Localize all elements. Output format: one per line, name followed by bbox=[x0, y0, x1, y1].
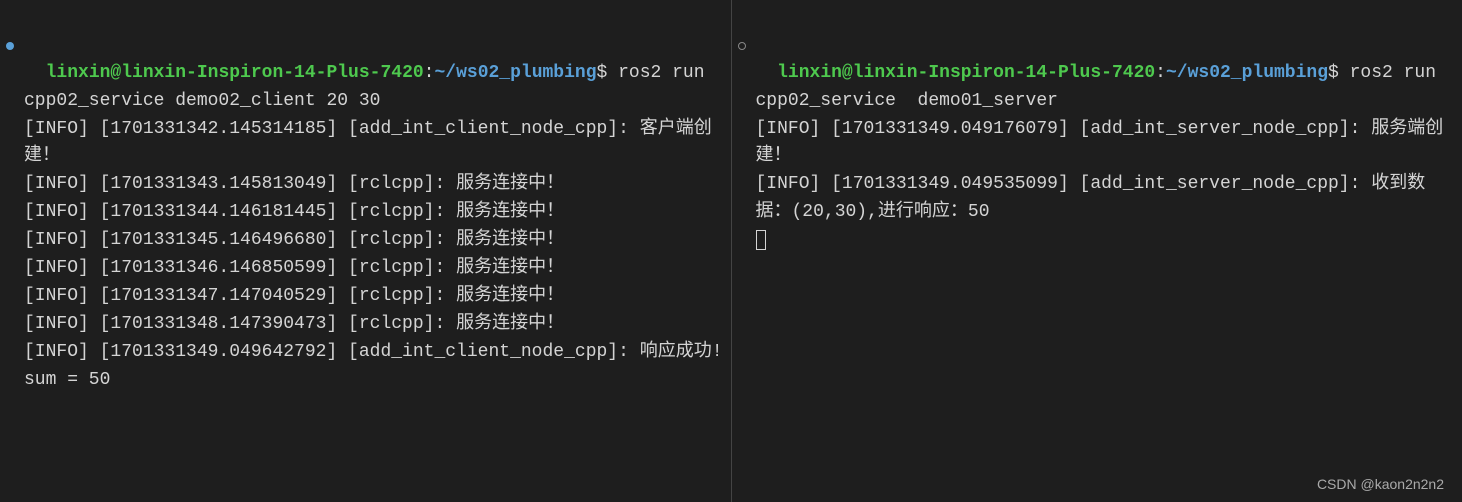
log-line-left: [INFO] [1701331346.146850599] [rclcpp]: … bbox=[24, 258, 564, 278]
prompt-path-right: ~/ws02_plumbing bbox=[1166, 63, 1328, 83]
terminal-pane-left[interactable]: linxin@linxin-Inspiron-14-Plus-7420:~/ws… bbox=[0, 0, 732, 502]
log-line-left: [INFO] [1701331347.147040529] [rclcpp]: … bbox=[24, 286, 564, 306]
watermark-text: CSDN @kaon2n2n2 bbox=[1317, 474, 1444, 496]
log-line-right: [INFO] [1701331349.049176079] [add_int_s… bbox=[756, 119, 1444, 167]
log-line-left: [INFO] [1701331348.147390473] [rclcpp]: … bbox=[24, 314, 564, 334]
log-line-left: [INFO] [1701331345.146496680] [rclcpp]: … bbox=[24, 230, 564, 250]
log-line-left: [INFO] [1701331349.049642792] [add_int_c… bbox=[24, 342, 723, 390]
log-line-left: [INFO] [1701331344.146181445] [rclcpp]: … bbox=[24, 202, 564, 222]
prompt-dollar-right: $ bbox=[1328, 63, 1350, 83]
prompt-user-host-left: linxin@linxin-Inspiron-14-Plus-7420 bbox=[46, 63, 424, 83]
log-line-left: [INFO] [1701331343.145813049] [rclcpp]: … bbox=[24, 174, 564, 194]
prompt-path-left: ~/ws02_plumbing bbox=[434, 63, 596, 83]
log-line-right: [INFO] [1701331349.049535099] [add_int_s… bbox=[756, 174, 1426, 222]
active-pane-indicator bbox=[6, 42, 14, 50]
log-line-left: [INFO] [1701331342.145314185] [add_int_c… bbox=[24, 119, 712, 167]
prompt-dollar-left: $ bbox=[597, 63, 619, 83]
prompt-colon-left: : bbox=[424, 63, 435, 83]
prompt-user-host-right: linxin@linxin-Inspiron-14-Plus-7420 bbox=[777, 63, 1155, 83]
cursor-icon bbox=[756, 230, 766, 250]
prompt-colon-right: : bbox=[1155, 63, 1166, 83]
inactive-pane-indicator bbox=[738, 42, 746, 50]
terminal-pane-right[interactable]: linxin@linxin-Inspiron-14-Plus-7420:~/ws… bbox=[732, 0, 1462, 502]
